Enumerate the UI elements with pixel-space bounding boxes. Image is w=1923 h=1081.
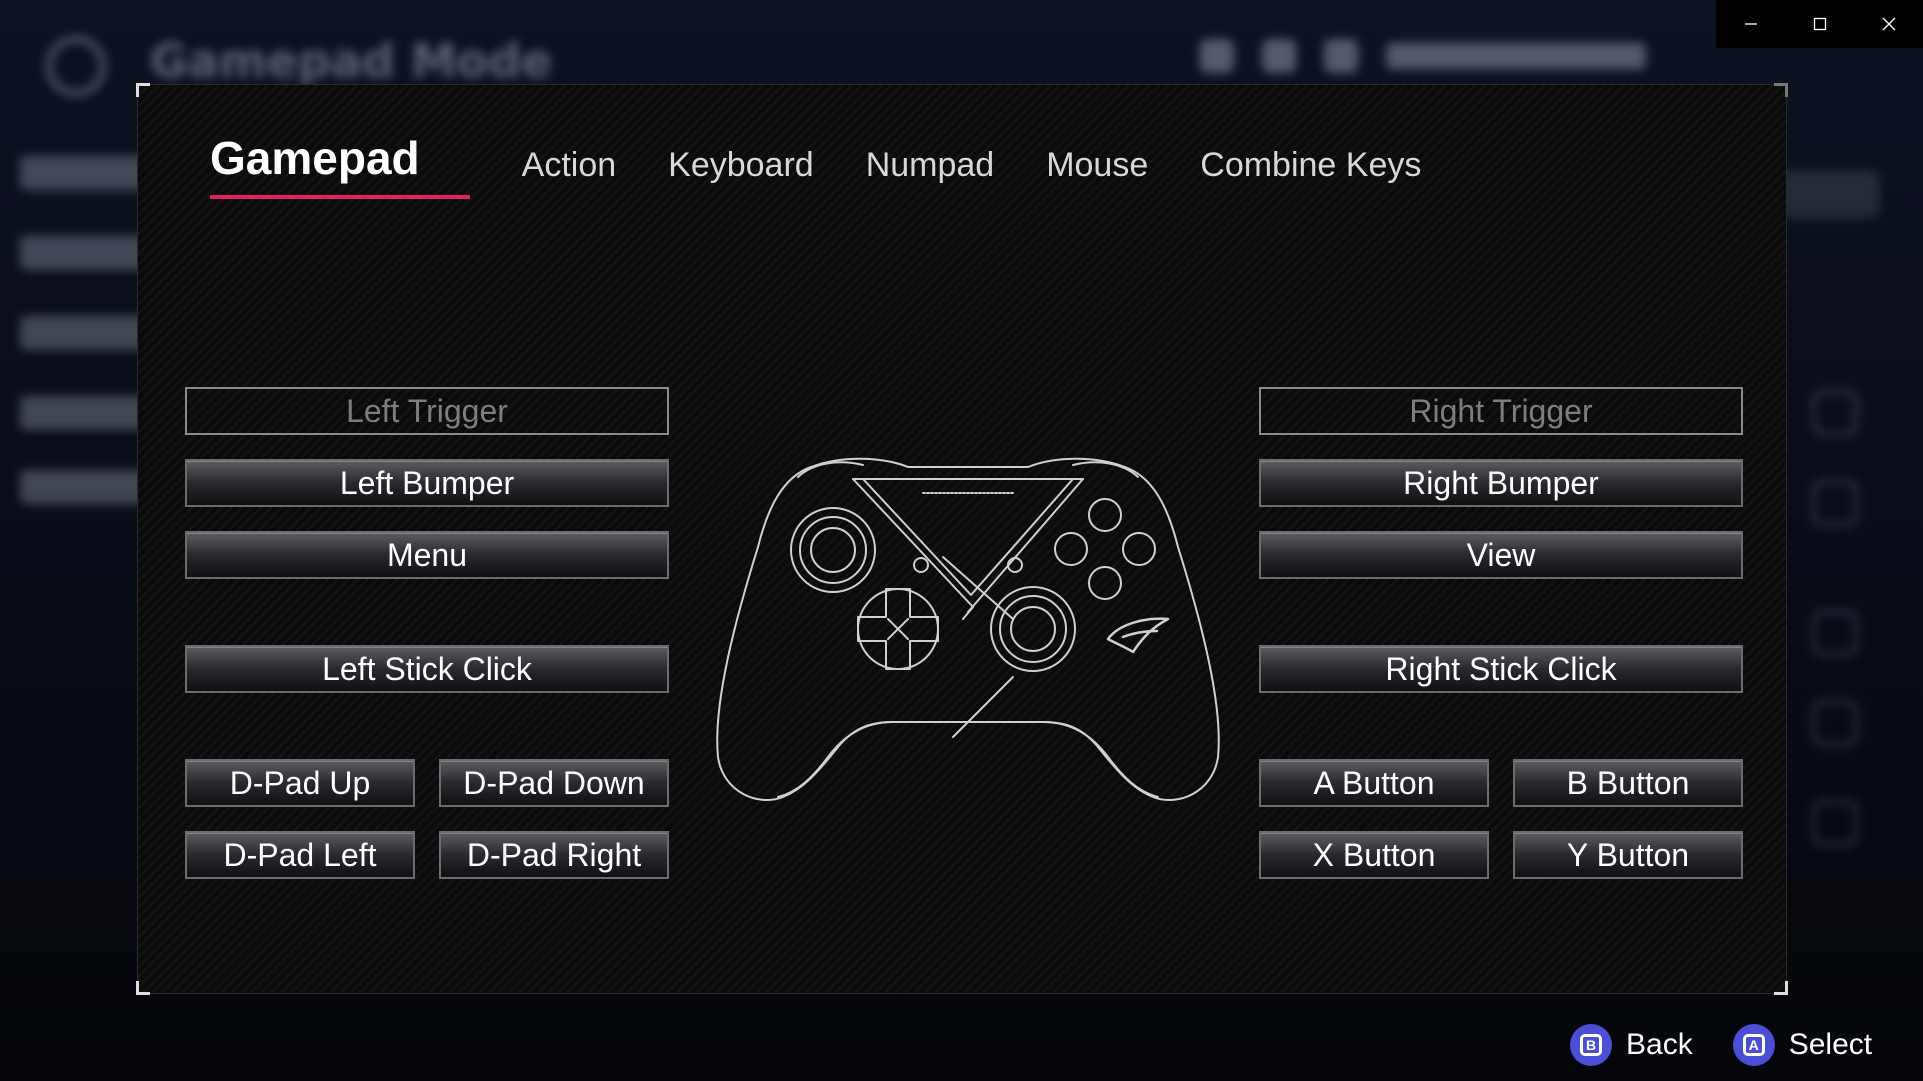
background-icon xyxy=(1812,480,1858,526)
left-trigger-button: Left Trigger xyxy=(185,387,669,435)
corner-accent xyxy=(1774,83,1788,97)
lower-diagonal-left xyxy=(942,556,1014,620)
right-bumper-button[interactable]: Right Bumper xyxy=(1259,459,1743,507)
dpad-center-x xyxy=(887,618,909,640)
center-panel-right-line xyxy=(967,478,1084,613)
tab-action[interactable]: Action xyxy=(522,146,617,199)
corner-accent xyxy=(136,981,150,995)
dpad-right-button[interactable]: D-Pad Right xyxy=(439,831,669,879)
background-sidebar-item xyxy=(20,316,150,350)
select-hint[interactable]: A Select xyxy=(1732,1024,1873,1066)
background-sidebar-item xyxy=(20,396,150,430)
b-button[interactable]: B Button xyxy=(1513,759,1743,807)
left-bumper-button[interactable]: Left Bumper xyxy=(185,459,669,507)
left-stick-middle xyxy=(799,516,867,584)
menu-small-button xyxy=(913,557,929,573)
x-button[interactable]: X Button xyxy=(1259,831,1489,879)
tab-numpad[interactable]: Numpad xyxy=(866,146,995,199)
tab-combine-keys[interactable]: Combine Keys xyxy=(1200,146,1421,199)
tab-gamepad[interactable]: Gamepad xyxy=(210,131,470,199)
notification-icon xyxy=(1200,39,1234,73)
minimize-button[interactable] xyxy=(1716,0,1785,48)
right-grip-inner xyxy=(1042,721,1159,798)
face-button-left xyxy=(1054,532,1088,566)
left-stick-inner xyxy=(810,527,856,573)
left-stick-click-button[interactable]: Left Stick Click xyxy=(185,645,669,693)
background-title: Gamepad Mode xyxy=(150,34,553,88)
window-controls xyxy=(1716,0,1923,48)
background-sidebar-item xyxy=(20,470,150,504)
rog-logo-icon xyxy=(1106,617,1170,654)
a-button[interactable]: A Button xyxy=(1259,759,1489,807)
face-button-bottom xyxy=(1088,566,1122,600)
dpad-down-button[interactable]: D-Pad Down xyxy=(439,759,669,807)
face-button-right xyxy=(1122,532,1156,566)
wifi-icon xyxy=(1262,39,1296,73)
tab-bar: Gamepad Action Keyboard Numpad Mouse Com… xyxy=(210,129,1421,199)
key-mapping-dialog: Gamepad Action Keyboard Numpad Mouse Com… xyxy=(136,83,1788,995)
a-button-icon: A xyxy=(1732,1024,1775,1066)
center-panel-left-line xyxy=(852,478,974,620)
controller-hints: B Back A Select xyxy=(1570,1020,1872,1070)
y-button[interactable]: Y Button xyxy=(1513,831,1743,879)
left-stick-outer xyxy=(790,507,876,593)
select-label: Select xyxy=(1788,1028,1873,1061)
status-readout xyxy=(1386,43,1646,69)
minimize-icon xyxy=(1744,23,1757,25)
background-icon xyxy=(1812,800,1858,846)
right-stick-middle xyxy=(999,595,1067,663)
left-grip-inner xyxy=(777,721,894,798)
right-stick-click-button[interactable]: Right Stick Click xyxy=(1259,645,1743,693)
background-icon xyxy=(1812,610,1858,656)
corner-accent xyxy=(136,83,150,97)
close-icon xyxy=(1882,17,1895,31)
maximize-icon xyxy=(1813,17,1826,31)
lower-diagonal-right xyxy=(952,676,1014,738)
tab-keyboard[interactable]: Keyboard xyxy=(668,146,814,199)
center-panel-outline xyxy=(862,478,1074,596)
dpad-up-button[interactable]: D-Pad Up xyxy=(185,759,415,807)
rog-logo-icon xyxy=(46,36,106,96)
view-small-button xyxy=(1007,557,1023,573)
background-status-bar xyxy=(1200,36,1720,76)
background-icon xyxy=(1812,700,1858,746)
view-button[interactable]: View xyxy=(1259,531,1743,579)
menu-button[interactable]: Menu xyxy=(185,531,669,579)
back-hint[interactable]: B Back xyxy=(1570,1024,1693,1066)
bluetooth-icon xyxy=(1324,39,1358,73)
back-label: Back xyxy=(1626,1028,1693,1061)
tab-mouse[interactable]: Mouse xyxy=(1046,146,1148,199)
right-bumper-outline xyxy=(1072,461,1139,478)
maximize-button[interactable] xyxy=(1785,0,1854,48)
background-icon xyxy=(1812,390,1858,436)
screen: Gamepad Mode Gamepad Action Keyboard Num… xyxy=(0,0,1923,1081)
right-trigger-button: Right Trigger xyxy=(1259,387,1743,435)
background-sidebar-item xyxy=(20,236,150,270)
face-button-top xyxy=(1088,498,1122,532)
left-bumper-outline xyxy=(797,461,864,478)
dpad-left-button[interactable]: D-Pad Left xyxy=(185,831,415,879)
right-stick-outer xyxy=(990,586,1076,672)
b-button-icon: B xyxy=(1570,1024,1612,1066)
gamepad-illustration xyxy=(716,457,1220,802)
background-sidebar-item xyxy=(20,156,150,190)
close-button[interactable] xyxy=(1854,0,1923,48)
right-stick-inner xyxy=(1010,606,1056,652)
controller-body-outline xyxy=(716,457,1220,802)
corner-accent xyxy=(1774,981,1788,995)
